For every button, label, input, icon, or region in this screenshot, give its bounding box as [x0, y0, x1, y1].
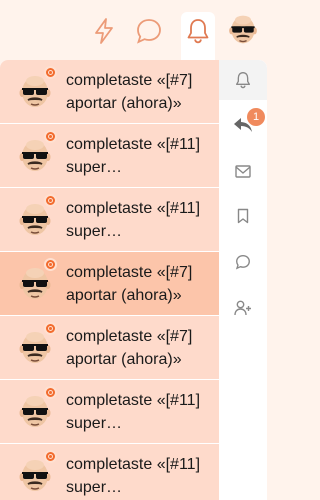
- rail-item-chat[interactable]: [219, 242, 267, 282]
- notification-item[interactable]: completaste «[#11] super…: [0, 444, 219, 500]
- rail-item-all[interactable]: [219, 60, 267, 100]
- mail-icon: [235, 164, 251, 178]
- notification-item[interactable]: completaste «[#7] aportar (ahora)»: [0, 252, 219, 316]
- reply-count-badge: 1: [247, 108, 265, 126]
- notification-text: completaste «[#7] aportar (ahora)»: [66, 72, 193, 112]
- chat-icon: [235, 255, 250, 270]
- lightning-icon[interactable]: [89, 16, 119, 46]
- rail-item-invites[interactable]: [219, 288, 267, 328]
- notification-item[interactable]: completaste «[#7] aportar (ahora)»: [0, 60, 219, 124]
- bell-icon: [187, 19, 209, 44]
- bookmark-icon: [237, 208, 249, 224]
- bell-icon: [236, 71, 250, 89]
- badge-icon: [44, 386, 57, 399]
- badge-icon: [44, 258, 57, 271]
- top-header: [0, 0, 267, 62]
- bell-tab[interactable]: [181, 12, 215, 62]
- notification-item[interactable]: completaste «[#7] aportar (ahora)»: [0, 316, 219, 380]
- notification-text: completaste «[#11] super…: [66, 456, 201, 496]
- notification-item[interactable]: completaste «[#11] super…: [0, 124, 219, 188]
- badge-icon: [44, 450, 57, 463]
- notification-list: completaste «[#7] aportar (ahora)» compl…: [0, 60, 219, 500]
- notification-text: completaste «[#11] super…: [66, 392, 201, 432]
- badge-icon: [44, 130, 57, 143]
- chat-bubble-icon[interactable]: [134, 16, 164, 46]
- badge-icon: [44, 194, 57, 207]
- badge-icon: [44, 322, 57, 335]
- notification-filter-rail: 1: [219, 60, 267, 500]
- notification-text: completaste «[#11] super…: [66, 200, 201, 240]
- notification-text: completaste «[#7] aportar (ahora)»: [66, 328, 193, 368]
- rail-item-messages[interactable]: [219, 151, 267, 191]
- notification-text: completaste «[#11] super…: [66, 136, 201, 176]
- notification-item[interactable]: completaste «[#11] super…: [0, 188, 219, 252]
- notification-item[interactable]: completaste «[#11] super…: [0, 380, 219, 444]
- user-plus-icon: [234, 300, 251, 316]
- badge-icon: [44, 66, 57, 79]
- user-avatar[interactable]: [226, 12, 260, 46]
- rail-item-bookmarks[interactable]: [219, 196, 267, 236]
- notification-text: completaste «[#7] aportar (ahora)»: [66, 264, 193, 304]
- notifications-panel: completaste «[#7] aportar (ahora)» compl…: [0, 60, 267, 500]
